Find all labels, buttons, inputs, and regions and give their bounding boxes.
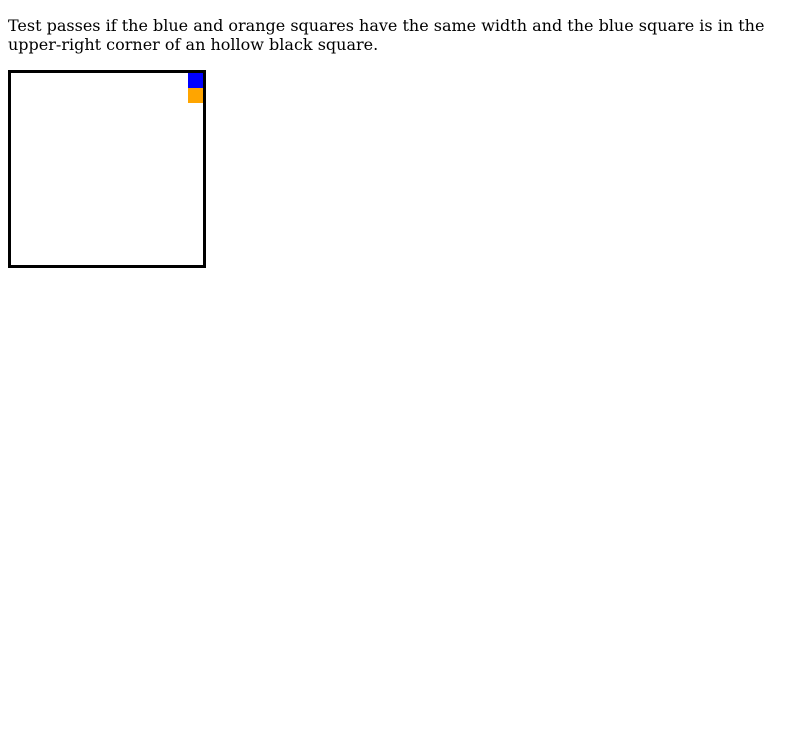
blue-square — [188, 73, 203, 88]
hollow-black-square — [8, 70, 206, 268]
test-instruction-text: Test passes if the blue and orange squar… — [8, 16, 765, 54]
orange-square — [188, 88, 203, 103]
